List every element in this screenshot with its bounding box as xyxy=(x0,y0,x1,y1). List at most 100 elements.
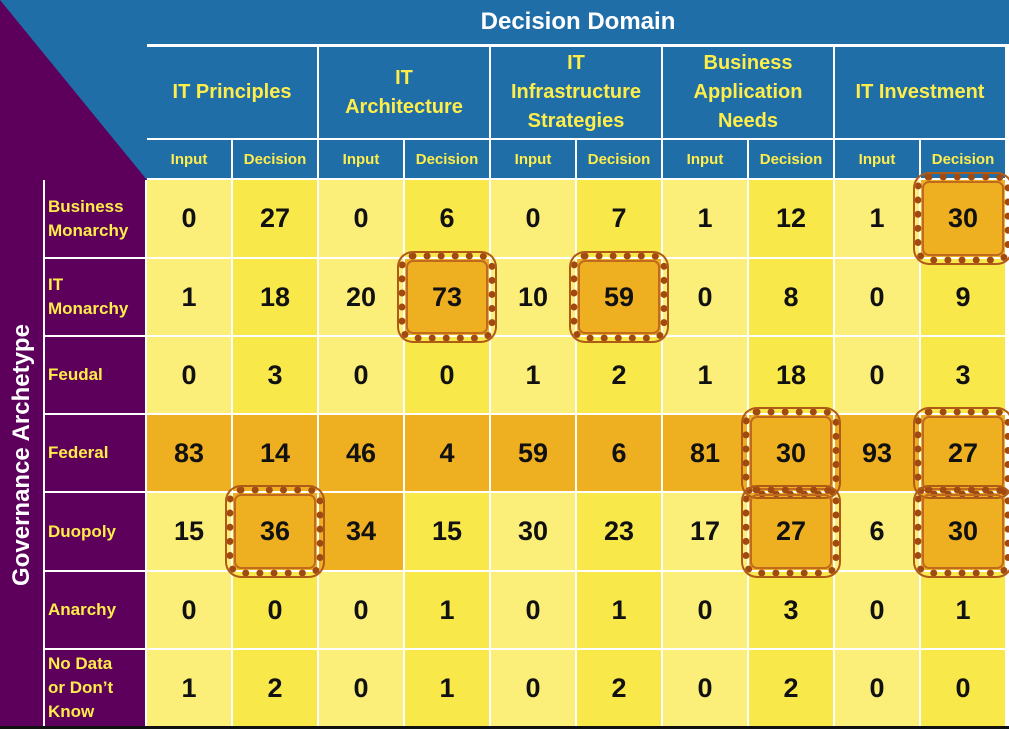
input-subheader: Input xyxy=(491,140,575,178)
row-label-line: Monarchy xyxy=(48,220,129,240)
column-group-title: Decision Domain xyxy=(147,0,1009,44)
data-cell: 46 xyxy=(319,415,403,491)
row-label-line: Federal xyxy=(48,443,109,462)
domain-header: IT Infrastructure Strategies xyxy=(491,47,661,138)
data-cell: 8 xyxy=(749,259,833,335)
data-cell: 73 xyxy=(405,259,489,335)
data-cell: 1 xyxy=(491,337,575,413)
data-cell: 17 xyxy=(663,493,747,570)
domain-header-line: Strategies xyxy=(527,110,625,132)
data-cell: 6 xyxy=(405,180,489,257)
input-subheader: Input xyxy=(663,140,747,178)
data-cell: 0 xyxy=(147,180,231,257)
row-label-line: Feudal xyxy=(48,365,103,384)
decision-subheader: Decision xyxy=(921,140,1005,178)
data-cell: 27 xyxy=(749,493,833,570)
row-label-line: or Don’t xyxy=(48,678,114,697)
domain-header: IT Investment xyxy=(835,47,1005,138)
data-cell: 93 xyxy=(835,415,919,491)
data-cell: 83 xyxy=(147,415,231,491)
data-cell: 27 xyxy=(233,180,317,257)
data-cell: 0 xyxy=(491,572,575,648)
data-cell: 27 xyxy=(921,415,1005,491)
data-cell: 1 xyxy=(835,180,919,257)
row-label: Duopoly xyxy=(45,493,145,570)
data-cell: 3 xyxy=(233,337,317,413)
data-cell: 1 xyxy=(577,572,661,648)
data-cell: 0 xyxy=(319,650,403,726)
data-cell: 15 xyxy=(405,493,489,570)
row-label: Feudal xyxy=(45,337,145,413)
corner-cell xyxy=(0,0,147,180)
data-cell: 0 xyxy=(491,180,575,257)
corner-diagonal xyxy=(0,0,147,180)
row-group-title: Governance Archetype xyxy=(0,180,43,729)
input-subheader: Input xyxy=(319,140,403,178)
data-cell: 0 xyxy=(835,259,919,335)
data-cell: 0 xyxy=(835,572,919,648)
data-cell: 0 xyxy=(319,572,403,648)
data-cell: 30 xyxy=(491,493,575,570)
data-cell: 18 xyxy=(233,259,317,335)
data-cell: 1 xyxy=(921,572,1005,648)
row-label-line: No Data xyxy=(48,654,113,673)
decision-subheader: Decision xyxy=(749,140,833,178)
data-cell: 0 xyxy=(405,337,489,413)
row-label: Anarchy xyxy=(45,572,145,648)
data-cell: 0 xyxy=(319,180,403,257)
data-cell: 0 xyxy=(921,650,1005,726)
domain-header-line: IT Principles xyxy=(172,81,292,103)
data-cell: 0 xyxy=(663,572,747,648)
data-cell: 20 xyxy=(319,259,403,335)
domain-header: IT Architecture xyxy=(319,47,489,138)
data-cell: 1 xyxy=(663,337,747,413)
data-cell: 1 xyxy=(405,650,489,726)
data-cell: 59 xyxy=(491,415,575,491)
data-cell: 0 xyxy=(835,337,919,413)
decision-subheader: Decision xyxy=(233,140,317,178)
domain-header-line: Architecture xyxy=(345,95,463,118)
data-cell: 2 xyxy=(577,337,661,413)
data-cell: 0 xyxy=(663,259,747,335)
decision-subheader: Decision xyxy=(405,140,489,178)
row-group-title-text: Governance Archetype xyxy=(7,323,35,586)
data-cell: 0 xyxy=(147,572,231,648)
input-subheader: Input xyxy=(835,140,919,178)
data-cell: 18 xyxy=(749,337,833,413)
domain-header-line: IT Investment xyxy=(855,81,985,103)
domain-header: Business Application Needs xyxy=(663,47,833,138)
data-cell: 2 xyxy=(749,650,833,726)
data-cell: 0 xyxy=(663,650,747,726)
data-cell: 59 xyxy=(577,259,661,335)
data-cell: 15 xyxy=(147,493,231,570)
row-label: Federal xyxy=(45,415,145,491)
data-cell: 1 xyxy=(147,650,231,726)
row-label-line: Monarchy xyxy=(48,299,129,318)
row-label: Business Monarchy xyxy=(45,180,145,257)
domain-header: IT Principles xyxy=(147,47,317,138)
data-cell: 1 xyxy=(147,259,231,335)
domain-header-line: Needs xyxy=(717,110,778,132)
domain-header-line: Business xyxy=(703,52,793,74)
data-cell: 30 xyxy=(749,415,833,491)
row-label-line: Business xyxy=(48,196,124,216)
data-cell: 9 xyxy=(921,259,1005,335)
domain-header-line: IT xyxy=(395,66,413,89)
data-cell: 0 xyxy=(319,337,403,413)
data-cell: 6 xyxy=(577,415,661,491)
row-label-line: Anarchy xyxy=(48,600,117,619)
data-cell: 23 xyxy=(577,493,661,570)
data-cell: 4 xyxy=(405,415,489,491)
data-cell: 2 xyxy=(233,650,317,726)
data-cell: 0 xyxy=(835,650,919,726)
data-cell: 0 xyxy=(233,572,317,648)
data-cell: 30 xyxy=(921,493,1005,570)
domain-header-line: Application xyxy=(693,81,803,103)
row-label-line: Duopoly xyxy=(48,521,116,541)
data-cell: 30 xyxy=(921,180,1005,257)
data-cell: 81 xyxy=(663,415,747,491)
data-cell: 3 xyxy=(921,337,1005,413)
data-cell: 10 xyxy=(491,259,575,335)
data-cell: 6 xyxy=(835,493,919,570)
data-cell: 7 xyxy=(577,180,661,257)
